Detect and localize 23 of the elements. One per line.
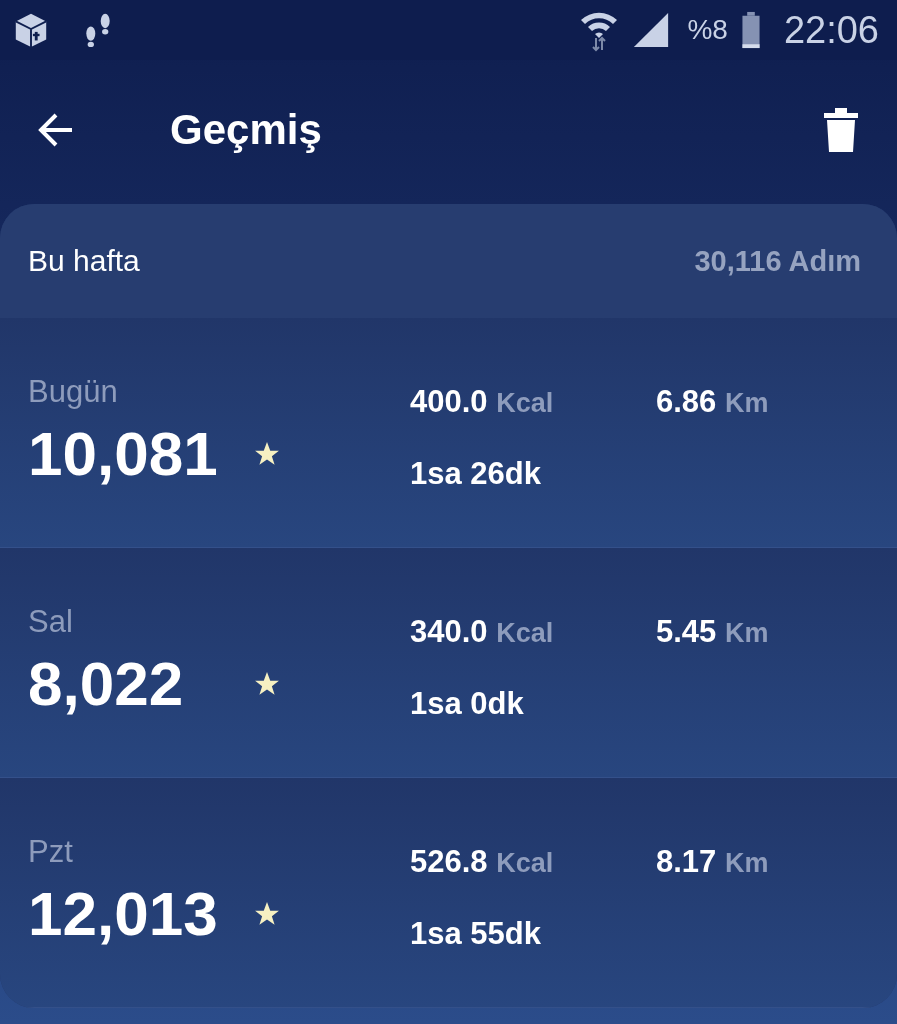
distance-value: 6.86 Km [656, 384, 769, 420]
calories-value: 400.0 Kcal [410, 384, 555, 420]
step-count: 12,013 [28, 878, 219, 949]
step-count: 10,081 [28, 418, 219, 489]
calories-value: 340.0 Kcal [410, 614, 555, 650]
duration-value: 1sa 26dk [410, 456, 542, 492]
day-label: Sal [28, 604, 74, 640]
calories-value: 526.8 Kcal [410, 844, 555, 880]
duration-value: 1sa 55dk [410, 916, 542, 952]
page-title: Geçmiş [170, 106, 323, 154]
battery-level: %8 [687, 14, 728, 46]
distance-value: 8.17 Km [656, 844, 769, 880]
step-count: 8,022 [28, 648, 185, 719]
week-total: 30,116 Adım [694, 244, 861, 278]
clock: 22:06 [783, 8, 879, 52]
week-label: Bu hafta [28, 244, 140, 278]
battery-icon [739, 11, 762, 49]
day-label: Pzt [28, 834, 74, 870]
day-label: Bugün [28, 374, 119, 410]
duration-value: 1sa 0dk [410, 686, 525, 722]
delete-button[interactable] [824, 108, 858, 152]
trash-icon [824, 108, 858, 152]
distance-value: 5.45 Km [656, 614, 769, 650]
